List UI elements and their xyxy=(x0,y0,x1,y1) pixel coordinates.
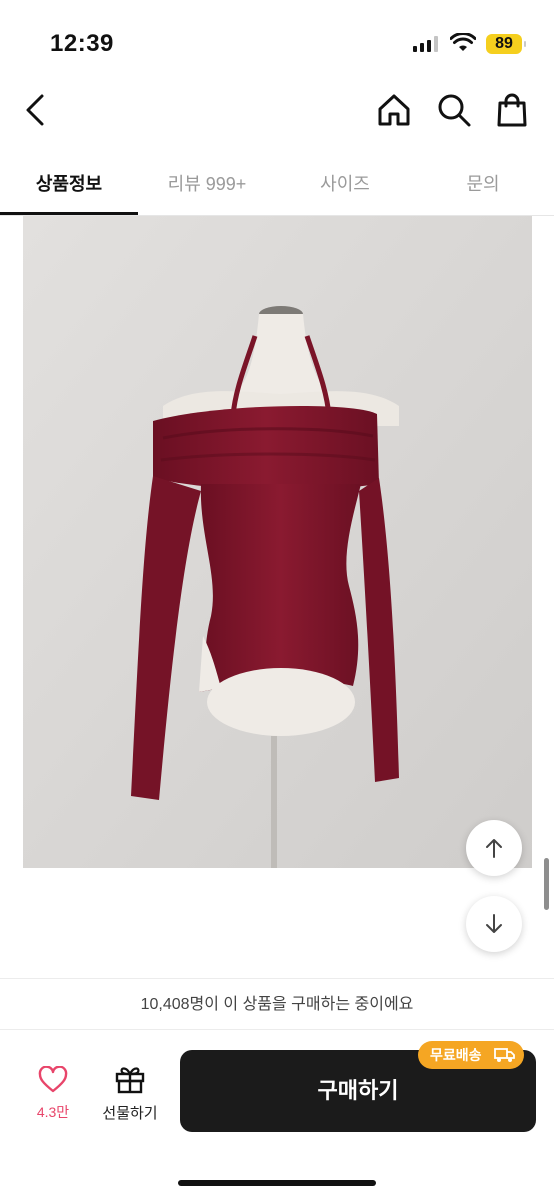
search-button[interactable] xyxy=(436,92,472,128)
app-header xyxy=(0,80,554,140)
scroll-up-button[interactable] xyxy=(466,820,522,876)
home-icon xyxy=(378,94,410,126)
cellular-signal-icon xyxy=(413,36,439,52)
tab-inquiry[interactable]: 문의 xyxy=(414,170,552,196)
scroll-down-button[interactable] xyxy=(466,896,522,952)
product-tabs: 상품정보 리뷰 999+ 사이즈 문의 xyxy=(0,150,554,216)
gift-button[interactable]: 선물하기 xyxy=(96,1062,164,1126)
gift-icon xyxy=(115,1067,145,1094)
tab-reviews[interactable]: 리뷰 999+ xyxy=(138,170,276,196)
like-count: 4.3만 xyxy=(36,1104,70,1120)
like-button[interactable]: 4.3만 xyxy=(24,1062,82,1126)
free-shipping-badge: 무료배송 xyxy=(418,1041,524,1069)
status-time: 12:39 xyxy=(50,30,114,57)
cart-button[interactable] xyxy=(494,92,530,128)
heart-icon xyxy=(38,1066,68,1093)
tab-size[interactable]: 사이즈 xyxy=(276,170,414,196)
chevron-left-icon xyxy=(26,94,44,126)
shopping-bag-icon xyxy=(497,93,527,127)
free-shipping-label: 무료배송 xyxy=(430,1047,482,1063)
arrow-down-icon xyxy=(486,914,502,933)
tab-product-info[interactable]: 상품정보 xyxy=(0,170,138,196)
search-icon xyxy=(438,94,471,127)
tab-indicator xyxy=(0,212,138,215)
back-button[interactable] xyxy=(20,92,52,128)
gift-label: 선물하기 xyxy=(102,1105,158,1122)
home-indicator[interactable] xyxy=(178,1180,376,1186)
status-bar: 12:39 89 xyxy=(0,0,554,80)
wifi-icon xyxy=(450,33,476,51)
scrollbar[interactable] xyxy=(544,858,549,910)
viewer-count-banner: 10,408명이 이 상품을 구매하는 중이에요 xyxy=(0,978,554,1030)
product-image xyxy=(23,216,532,868)
arrow-up-icon xyxy=(486,839,502,858)
home-button[interactable] xyxy=(376,92,412,128)
truck-icon xyxy=(494,1048,515,1062)
battery-indicator: 89 xyxy=(486,34,526,54)
